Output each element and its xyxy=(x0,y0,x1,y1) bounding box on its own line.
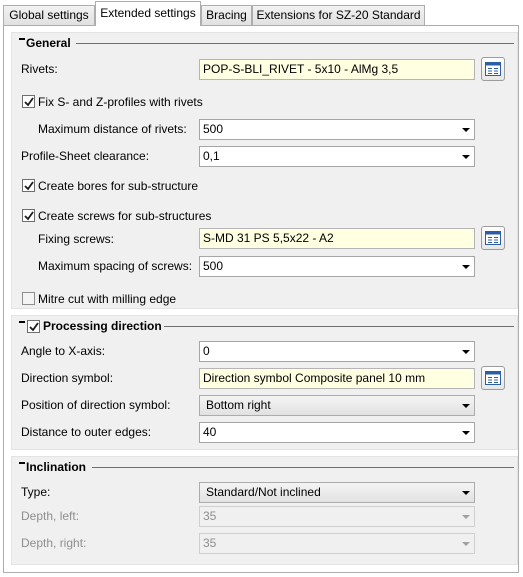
max-spacing-label: Maximum spacing of screws: xyxy=(38,259,193,273)
checkmark-icon xyxy=(24,97,34,107)
depth-right-value: 35 xyxy=(203,536,217,550)
inclination-title: Inclination xyxy=(26,460,86,474)
distance-combo[interactable]: 40 xyxy=(199,422,475,443)
clearance-combo[interactable]: 0,1 xyxy=(199,146,475,167)
depth-left-label: Depth, left: xyxy=(21,509,80,523)
type-value: Standard/Not inclined xyxy=(206,485,321,499)
angle-label: Angle to X-axis: xyxy=(21,344,106,358)
position-dropdown[interactable]: Bottom right xyxy=(199,395,475,416)
create-screws-label: Create screws for sub-structures xyxy=(38,209,212,223)
chevron-down-icon xyxy=(462,350,470,354)
processing-group: Processing direction Angle to X-axis: 0 … xyxy=(11,315,518,450)
max-distance-value: 500 xyxy=(203,122,224,136)
chevron-down-icon xyxy=(462,155,470,159)
clearance-label: Profile-Sheet clearance: xyxy=(21,149,150,163)
checkmark-icon xyxy=(24,211,34,221)
fixing-screws-field[interactable]: S-MD 31 PS 5,5x22 - A2 xyxy=(199,228,475,249)
collapse-minus-icon[interactable] xyxy=(19,321,25,323)
inclination-group: Inclination Type: Standard/Not inclined … xyxy=(11,456,518,565)
type-dropdown[interactable]: Standard/Not inclined xyxy=(199,482,475,503)
clearance-value: 0,1 xyxy=(203,149,220,163)
type-label: Type: xyxy=(21,485,51,499)
tab-bracing[interactable]: Bracing xyxy=(201,5,252,25)
processing-enable-checkbox[interactable] xyxy=(27,320,40,333)
checkmark-icon xyxy=(24,181,34,191)
fixing-screws-label: Fixing screws: xyxy=(38,232,115,246)
collapse-minus-icon[interactable] xyxy=(19,462,25,464)
symbol-label: Direction symbol: xyxy=(21,371,114,385)
tab-extended-settings[interactable]: Extended settings xyxy=(95,1,201,26)
inclination-divider xyxy=(92,467,514,468)
fix-profiles-label: Fix S- and Z-profiles with rivets xyxy=(38,95,203,109)
chevron-down-icon xyxy=(462,431,470,435)
create-bores-checkbox[interactable] xyxy=(22,179,35,192)
rivets-browse-button[interactable] xyxy=(481,57,505,81)
chevron-down-icon xyxy=(462,491,470,495)
create-screws-checkbox[interactable] xyxy=(22,209,35,222)
distance-value: 40 xyxy=(203,425,217,439)
chevron-down-icon xyxy=(462,265,470,269)
processing-divider xyxy=(164,326,514,327)
distance-label: Distance to outer edges: xyxy=(21,425,152,439)
symbol-field[interactable]: Direction symbol Composite panel 10 mm xyxy=(199,368,475,389)
catalog-browse-icon xyxy=(485,62,501,76)
general-divider xyxy=(76,43,514,44)
chevron-down-icon xyxy=(462,128,470,132)
tab-bar: Global settings Extended settings Bracin… xyxy=(0,0,523,26)
max-distance-label: Maximum distance of rivets: xyxy=(38,122,187,136)
collapse-minus-icon[interactable] xyxy=(19,38,25,40)
depth-left-value: 35 xyxy=(203,509,217,523)
angle-value: 0 xyxy=(203,344,210,358)
tab-panel: General Rivets: POP-S-BLI_RIVET - 5x10 -… xyxy=(3,25,519,573)
chevron-down-icon xyxy=(462,404,470,408)
angle-combo[interactable]: 0 xyxy=(199,341,475,362)
catalog-browse-icon xyxy=(485,371,501,385)
mitre-checkbox[interactable] xyxy=(22,292,35,305)
max-distance-combo[interactable]: 500 xyxy=(199,119,475,140)
processing-title: Processing direction xyxy=(43,319,162,333)
catalog-browse-icon xyxy=(485,231,501,245)
general-group: General Rivets: POP-S-BLI_RIVET - 5x10 -… xyxy=(11,32,518,309)
rivets-field[interactable]: POP-S-BLI_RIVET - 5x10 - AlMg 3,5 xyxy=(199,59,475,80)
max-spacing-value: 500 xyxy=(203,259,224,273)
depth-left-combo: 35 xyxy=(199,506,475,527)
position-label: Position of direction symbol: xyxy=(21,398,171,412)
tab-global-settings[interactable]: Global settings xyxy=(3,5,95,25)
tab-extensions-sz20[interactable]: Extensions for SZ-20 Standard xyxy=(252,5,425,25)
general-title: General xyxy=(26,36,71,50)
position-value: Bottom right xyxy=(206,398,271,412)
depth-right-combo: 35 xyxy=(199,533,475,554)
rivets-label: Rivets: xyxy=(21,62,58,76)
depth-right-label: Depth, right: xyxy=(21,536,87,550)
mitre-label: Mitre cut with milling edge xyxy=(38,292,177,306)
fix-profiles-checkbox[interactable] xyxy=(22,95,35,108)
create-bores-label: Create bores for sub-structure xyxy=(38,179,199,193)
checkmark-icon xyxy=(29,322,39,332)
max-spacing-combo[interactable]: 500 xyxy=(199,256,475,277)
chevron-down-icon xyxy=(462,515,470,519)
fixing-screws-browse-button[interactable] xyxy=(481,226,505,250)
chevron-down-icon xyxy=(462,542,470,546)
symbol-browse-button[interactable] xyxy=(481,366,505,390)
